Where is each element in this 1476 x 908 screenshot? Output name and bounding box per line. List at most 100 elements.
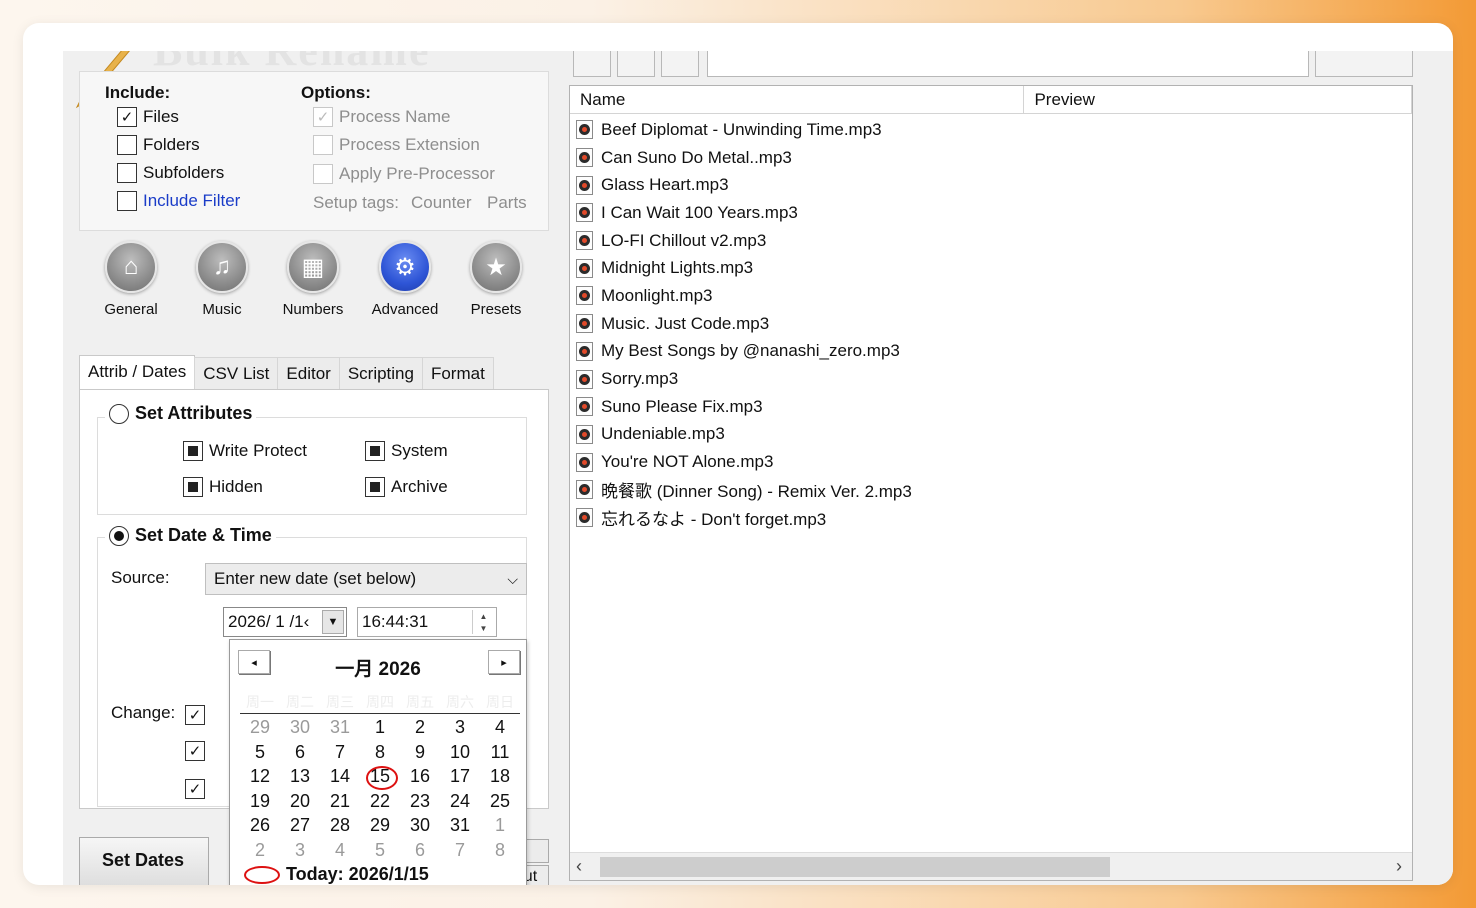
file-row[interactable]: My Best Songs by @nanashi_zero.mp3	[576, 338, 1406, 366]
file-row[interactable]: 忘れるなよ - Don't forget.mp3	[576, 504, 1406, 532]
dropdown-arrow-icon[interactable]: ▼	[322, 610, 344, 634]
column-name-header[interactable]: Name	[570, 86, 1025, 113]
calendar-day[interactable]: 30	[280, 716, 320, 739]
file-row[interactable]: Midnight Lights.mp3	[576, 254, 1406, 282]
calendar-day[interactable]: 3	[440, 716, 480, 739]
checkbox-unchecked[interactable]	[117, 135, 137, 155]
change-accessed-checkbox[interactable]: ✓	[185, 779, 205, 799]
column-preview-header[interactable]: Preview	[1024, 86, 1412, 113]
file-row[interactable]: Suno Please Fix.mp3	[576, 393, 1406, 421]
nav-presets-button[interactable]: ★ Presets	[456, 241, 536, 318]
file-row[interactable]: 晩餐歌 (Dinner Song) - Remix Ver. 2.mp3	[576, 476, 1406, 504]
calendar-day[interactable]: 28	[320, 814, 360, 837]
calendar-today-link[interactable]: Today: 2026/1/15	[244, 864, 429, 885]
nav-numbers-button[interactable]: ▦ Numbers	[273, 241, 353, 318]
include-files-checkbox[interactable]: ✓ Files	[117, 107, 179, 127]
calendar-day[interactable]: 27	[280, 814, 320, 837]
setup-counter-link[interactable]: Counter	[411, 193, 471, 213]
toolbar-button[interactable]	[573, 51, 611, 77]
calendar-day[interactable]: 23	[400, 790, 440, 813]
scrollbar-thumb[interactable]	[600, 857, 1110, 877]
set-datetime-legend[interactable]: Set Date & Time	[105, 525, 276, 546]
calendar-day[interactable]: 7	[320, 741, 360, 764]
file-row[interactable]: Undeniable.mp3	[576, 421, 1406, 449]
checkbox-indeterminate[interactable]	[365, 477, 385, 497]
calendar-day[interactable]: 1	[360, 716, 400, 739]
file-row[interactable]: Glass Heart.mp3	[576, 171, 1406, 199]
write-protect-checkbox[interactable]: Write Protect	[183, 441, 307, 461]
calendar-day[interactable]: 31	[440, 814, 480, 837]
process-extension-checkbox[interactable]: Process Extension	[313, 135, 480, 155]
file-row[interactable]: Music. Just Code.mp3	[576, 310, 1406, 338]
calendar-month-title[interactable]: 一月 2026	[230, 654, 526, 681]
file-row[interactable]: Moonlight.mp3	[576, 282, 1406, 310]
calendar-day[interactable]: 12	[240, 765, 280, 788]
calendar-day[interactable]: 3	[280, 839, 320, 862]
toolbar-button[interactable]	[1315, 51, 1413, 77]
calendar-day[interactable]: 26	[240, 814, 280, 837]
tab-attrib-dates[interactable]: Attrib / Dates	[79, 355, 196, 389]
calendar-day[interactable]: 24	[440, 790, 480, 813]
calendar-day[interactable]: 6	[280, 741, 320, 764]
calendar-day[interactable]: 2	[240, 839, 280, 862]
checkbox-unchecked-disabled[interactable]	[313, 164, 333, 184]
calendar-day[interactable]: 1	[480, 814, 520, 837]
set-dates-button[interactable]: Set Dates	[79, 837, 209, 885]
include-subfolders-checkbox[interactable]: Subfolders	[117, 163, 224, 183]
calendar-day[interactable]: 4	[480, 716, 520, 739]
setup-parts-link[interactable]: Parts	[487, 193, 527, 213]
checkbox-checked[interactable]: ✓	[117, 107, 137, 127]
tab-csv-list[interactable]: CSV List	[194, 357, 279, 389]
file-row[interactable]: Beef Diplomat - Unwinding Time.mp3	[576, 116, 1406, 144]
calendar-day[interactable]: 5	[360, 839, 400, 862]
checkbox-indeterminate[interactable]	[183, 441, 203, 461]
calendar-day[interactable]: 6	[400, 839, 440, 862]
file-row[interactable]: You're NOT Alone.mp3	[576, 448, 1406, 476]
calendar-day[interactable]: 2	[400, 716, 440, 739]
process-name-checkbox[interactable]: ✓ Process Name	[313, 107, 450, 127]
scroll-right-icon[interactable]: ›	[1396, 856, 1402, 877]
calendar-day[interactable]: 16	[400, 765, 440, 788]
calendar-day[interactable]: 11	[480, 741, 520, 764]
calendar-day[interactable]: 8	[360, 741, 400, 764]
system-checkbox[interactable]: System	[365, 441, 448, 461]
calendar-day[interactable]: 29	[360, 814, 400, 837]
calendar-day[interactable]: 21	[320, 790, 360, 813]
calendar-day[interactable]: 17	[440, 765, 480, 788]
hidden-checkbox[interactable]: Hidden	[183, 477, 263, 497]
calendar-day[interactable]: 14	[320, 765, 360, 788]
checkbox-indeterminate[interactable]	[183, 477, 203, 497]
set-attributes-radio[interactable]	[109, 403, 129, 424]
checkbox-indeterminate[interactable]	[365, 441, 385, 461]
calendar-day[interactable]: 30	[400, 814, 440, 837]
apply-preprocessor-checkbox[interactable]: Apply Pre-Processor	[313, 164, 495, 184]
calendar-next-button[interactable]: ▸	[488, 650, 520, 674]
calendar-day[interactable]: 19	[240, 790, 280, 813]
calendar-day[interactable]: 5	[240, 741, 280, 764]
time-field[interactable]: 16:44:31 ▲ ▼	[357, 607, 497, 637]
tab-format[interactable]: Format	[421, 357, 494, 389]
file-row[interactable]: Sorry.mp3	[576, 365, 1406, 393]
source-select[interactable]: Enter new date (set below) ⌵	[205, 563, 527, 595]
calendar-day[interactable]: 4	[320, 839, 360, 862]
calendar-day[interactable]: 22	[360, 790, 400, 813]
archive-checkbox[interactable]: Archive	[365, 477, 448, 497]
calendar-day[interactable]: 13	[280, 765, 320, 788]
checkbox-checked-disabled[interactable]: ✓	[313, 107, 333, 127]
checkbox-unchecked-disabled[interactable]	[313, 135, 333, 155]
nav-advanced-button[interactable]: ⚙ Advanced	[365, 241, 445, 318]
horizontal-scrollbar[interactable]: ‹ ›	[570, 852, 1412, 880]
calendar-day[interactable]: 20	[280, 790, 320, 813]
nav-general-button[interactable]: ⌂ General	[91, 241, 171, 318]
set-datetime-radio[interactable]	[109, 525, 129, 546]
include-filter-link[interactable]: Include Filter	[143, 191, 240, 211]
tab-scripting[interactable]: Scripting	[338, 357, 423, 389]
change-created-checkbox[interactable]: ✓	[185, 705, 205, 725]
file-list[interactable]: Name Preview Beef Diplomat - Unwinding T…	[569, 85, 1413, 881]
calendar-day[interactable]: 9	[400, 741, 440, 764]
calendar-day[interactable]: 29	[240, 716, 280, 739]
toolbar-button[interactable]	[617, 51, 655, 77]
change-modified-checkbox[interactable]: ✓	[185, 741, 205, 761]
scroll-left-icon[interactable]: ‹	[576, 856, 582, 877]
include-folders-checkbox[interactable]: Folders	[117, 135, 200, 155]
